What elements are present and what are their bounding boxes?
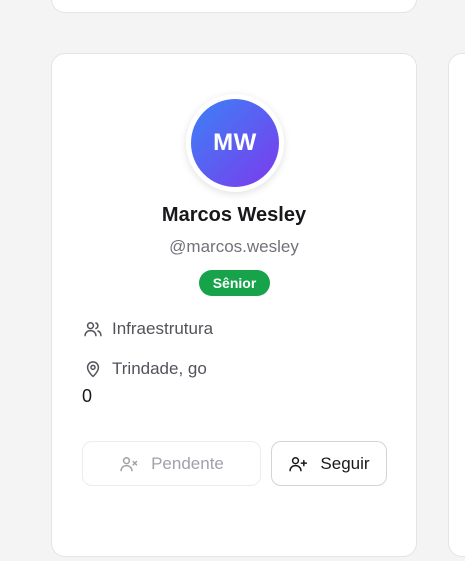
user-plus-icon [289, 456, 308, 471]
location-label: Trindade, go [112, 359, 207, 378]
profile-handle: @marcos.wesley [169, 237, 299, 256]
users-icon [84, 322, 102, 337]
pending-button-label: Pendente [151, 453, 224, 473]
next-card [448, 53, 465, 557]
profile-card: MW Marcos Wesley @marcos.wesley Sênior I… [51, 53, 417, 557]
follow-button[interactable]: Seguir [271, 441, 387, 486]
level-badge: Sênior [199, 270, 270, 296]
map-pin-icon [86, 361, 100, 378]
department-row: Infraestrutura [83, 319, 213, 339]
user-x-icon [120, 456, 138, 471]
count-value: 0 [82, 386, 93, 406]
location-row: Trindade, go [83, 359, 207, 379]
profile-name[interactable]: Marcos Wesley [52, 204, 416, 227]
department-label: Infraestrutura [112, 319, 214, 338]
page: MW Marcos Wesley @marcos.wesley Sênior I… [0, 0, 465, 561]
avatar-ring: MW [186, 94, 284, 192]
follow-button-label: Seguir [320, 453, 370, 473]
avatar[interactable]: MW [191, 99, 279, 187]
previous-card [51, 0, 417, 13]
pending-button[interactable]: Pendente [82, 441, 261, 486]
